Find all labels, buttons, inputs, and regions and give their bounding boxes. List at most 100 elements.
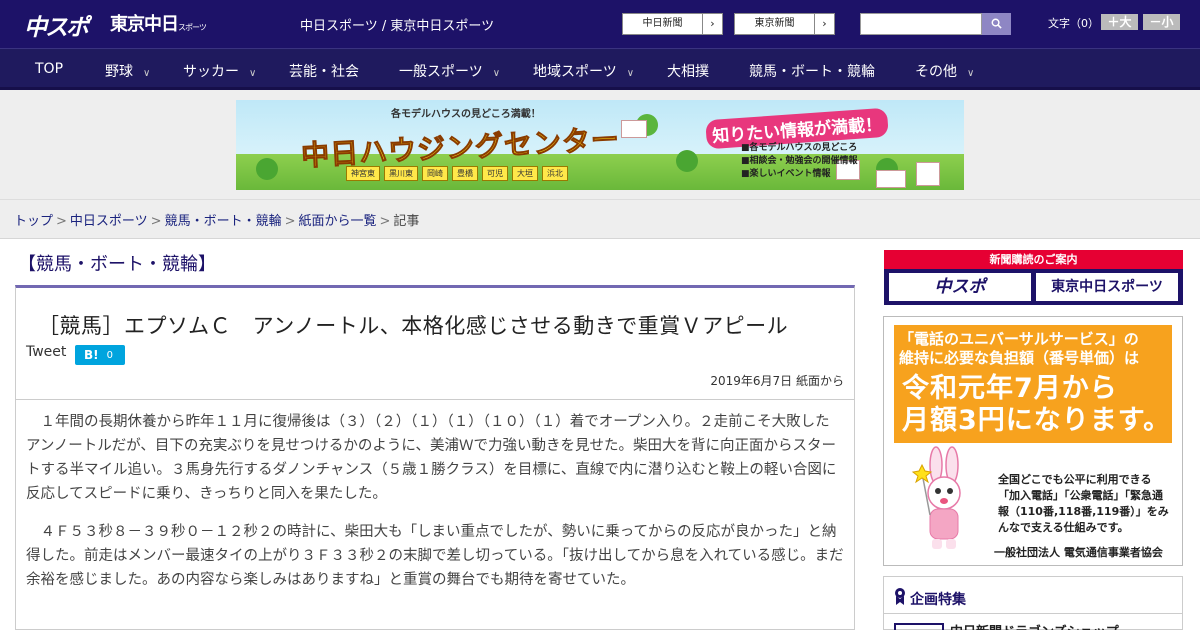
location-tag: 黒川東 — [384, 166, 418, 181]
breadcrumb-separator: > — [56, 214, 67, 229]
location-tag: 豊橋 — [452, 166, 478, 181]
article-headline: ［競馬］エプソムＣ アンノートル、本格化感じさせる動きで重賞Ｖアピール — [38, 314, 789, 338]
feature-item-dragons-shop[interactable]: 中日新聞ドラゴンズショップ — [950, 621, 1119, 630]
ad-organization: 一般社団法人 電気通信事業者協会 — [994, 546, 1163, 559]
bunny-mascot-icon — [911, 446, 961, 549]
banner-feature-item: ■各モデルハウスの見どころ — [741, 143, 858, 153]
banner-feature-item: ■相談会・勉強会の開催情報 — [741, 156, 858, 166]
chevron-down-icon: ∨ — [249, 68, 257, 79]
breadcrumb-link-chunichi-sports[interactable]: 中日スポーツ — [70, 214, 148, 229]
site-name: 中日スポーツ / 東京中日スポーツ — [300, 19, 495, 34]
nav-item-baseball[interactable]: 野球 ∨ — [105, 61, 150, 81]
ad-top-line: 維持に必要な負担額（番号単価）は — [899, 349, 1140, 367]
ad-description: 全国どこでも公平に利用できる「加入電話」「公衆電話」「緊急通報（110番,118… — [998, 473, 1169, 534]
location-tag: 神宮東 — [346, 166, 380, 181]
article-date: 2019年6月7日 紙面から — [710, 374, 844, 388]
search-icon — [991, 18, 1002, 29]
subscribe-chunichi-sports-button[interactable]: 中スポ — [889, 273, 1031, 301]
article-paragraph: １年間の長期休養から昨年１１月に復帰後は（３）（２）（１）（１）（１０）（１）着… — [26, 414, 837, 502]
chunichi-sports-logo[interactable]: 中スポ — [24, 8, 89, 42]
chevron-down-icon: ∨ — [626, 68, 635, 79]
nav-item-soccer[interactable]: サッカー ∨ — [183, 61, 256, 81]
nav-label: サッカー — [183, 64, 239, 80]
banner-top-text: 各モデルハウスの見どころ満載！ — [391, 109, 541, 120]
location-tag: 岡崎 — [422, 166, 448, 181]
nav-item-top[interactable]: TOP — [35, 61, 63, 77]
breadcrumb-separator: > — [379, 214, 391, 229]
search-button[interactable] — [982, 13, 1011, 35]
chevron-right-icon: › — [814, 14, 834, 34]
universal-service-ad[interactable]: 「電話のユニバーサルサービス」の 維持に必要な負担額（番号単価）は 令和元年7月… — [883, 316, 1183, 566]
nav-label: 一般スポーツ — [399, 64, 483, 80]
nav-label: 野球 — [105, 64, 133, 80]
tokyo-logo-small: スポーツ — [178, 23, 207, 32]
article-body-divider — [16, 399, 854, 400]
ext-link-label: 東京新聞 — [754, 18, 795, 29]
article: ［競馬］エプソムＣ アンノートル、本格化感じさせる動きで重賞Ｖアピール Twee… — [15, 285, 855, 630]
breadcrumb-current: 記事 — [393, 214, 420, 229]
chevron-down-icon: ∨ — [492, 68, 501, 79]
ad-headline-line: 月額3円になります。 — [902, 405, 1172, 436]
hatena-bookmark-count: 0 — [106, 349, 113, 361]
chevron-down-icon: ∨ — [143, 68, 151, 79]
ad-content: 「電話のユニバーサルサービス」の 維持に必要な負担額（番号単価）は 令和元年7月… — [894, 325, 1172, 559]
nav-item-local-sports[interactable]: 地域スポーツ ∨ — [533, 61, 634, 81]
breadcrumb: トップ > 中日スポーツ > 競馬・ボート・競輪 > 紙面から一覧 > 記事 — [14, 210, 419, 229]
ribbon-icon — [895, 588, 905, 605]
subscription-heading: 新聞購読のご案内 — [884, 250, 1183, 269]
text-smaller-button[interactable]: －小 — [1143, 14, 1180, 30]
tree-illustration — [256, 158, 278, 180]
chunichi-shimbun-link[interactable]: 中日新聞 › — [622, 13, 723, 35]
banner-location-tags: 神宮東 黒川東 岡崎 豊橋 可児 大垣 浜北 — [346, 166, 568, 181]
ext-link-label: 中日新聞 — [642, 18, 683, 29]
nav-item-general-sports[interactable]: 一般スポーツ ∨ — [399, 61, 500, 81]
text-size-label: 文字（0） — [1048, 17, 1099, 30]
search-input[interactable] — [860, 13, 982, 35]
breadcrumb-link-top[interactable]: トップ — [14, 214, 53, 229]
hatena-bookmark-button[interactable]: B! 0 — [75, 345, 125, 365]
location-tag: 浜北 — [542, 166, 568, 181]
nav-item-sumo[interactable]: 大相撲 — [667, 61, 709, 81]
nav-label: その他 — [915, 64, 957, 80]
category-heading: 【競馬・ボート・競輪】 — [18, 254, 216, 275]
feature-thumbnail[interactable] — [894, 623, 944, 630]
nav-item-other[interactable]: その他 ∨ — [915, 61, 974, 81]
top-header: 中スポ 東京中日スポーツ 中日スポーツ / 東京中日スポーツ 中日新聞 › 東京… — [0, 0, 1200, 48]
breadcrumb-link-racing[interactable]: 競馬・ボート・競輪 — [165, 214, 282, 229]
tokyo-chunichi-sports-logo[interactable]: 東京中日スポーツ — [110, 10, 207, 36]
tree-illustration — [676, 150, 698, 172]
nav-item-entertainment[interactable]: 芸能・社会 — [289, 61, 359, 81]
banner-area: 各モデルハウスの見どころ満載！ 中日ハウジングセンター 知りたい情報が満載！ ■… — [0, 90, 1200, 200]
breadcrumb-link-paper-list[interactable]: 紙面から一覧 — [299, 214, 377, 229]
main-nav: TOP 野球 ∨ サッカー ∨ 芸能・社会 一般スポーツ ∨ 地域スポーツ ∨ 大相撲 … — [0, 48, 1200, 90]
ad-top-text: 「電話のユニバーサルサービス」の 維持に必要な負担額（番号単価）は — [899, 330, 1167, 368]
breadcrumb-separator: > — [284, 214, 296, 229]
ad-headline-line: 令和元年7月から — [902, 373, 1118, 404]
feature-divider — [884, 613, 1182, 614]
chevron-right-icon: › — [702, 14, 722, 34]
tokyo-logo-text: 東京中日 — [110, 14, 179, 35]
article-paragraph: ４Ｆ５３秒８－３９秒０－１２秒２の時計に、柴田大も「しまい重点でしたが、勢いに乗… — [26, 524, 844, 588]
nav-label: TOP — [35, 61, 64, 77]
ad-headline: 令和元年7月から 月額3円になります。 — [902, 373, 1171, 437]
banner-feature-item: ■楽しいイベント情報 — [741, 169, 831, 179]
subscription-box: 新聞購読のご案内 中スポ 東京中日スポーツ — [884, 250, 1183, 305]
house-illustration — [621, 120, 647, 138]
location-tag: 可児 — [482, 166, 508, 181]
housing-center-banner[interactable]: 各モデルハウスの見どころ満載！ 中日ハウジングセンター 知りたい情報が満載！ ■… — [236, 100, 964, 190]
nav-item-racing[interactable]: 競馬・ボート・競輪 — [749, 61, 875, 81]
tokyo-shimbun-link[interactable]: 東京新聞 › — [734, 13, 835, 35]
ad-top-line: 「電話のユニバーサルサービス」の — [899, 330, 1139, 348]
nav-label: 大相撲 — [667, 64, 709, 80]
subscribe-tokyo-chunichi-button[interactable]: 東京中日スポーツ — [1036, 273, 1178, 301]
breadcrumb-separator: > — [150, 214, 162, 229]
nav-label: 競馬・ボート・競輪 — [749, 64, 875, 80]
tweet-button[interactable]: Tweet — [26, 344, 66, 360]
hatena-bookmark-icon: B! — [84, 348, 99, 362]
text-bigger-button[interactable]: ＋大 — [1101, 14, 1138, 30]
nav-label: 芸能・社会 — [289, 64, 359, 80]
feature-title: 企画特集 — [910, 592, 966, 608]
nav-label: 地域スポーツ — [533, 64, 617, 80]
house-illustration — [916, 162, 940, 186]
banner-feature-list: ■各モデルハウスの見どころ ■相談会・勉強会の開催情報 ■楽しいイベント情報 — [741, 142, 858, 181]
